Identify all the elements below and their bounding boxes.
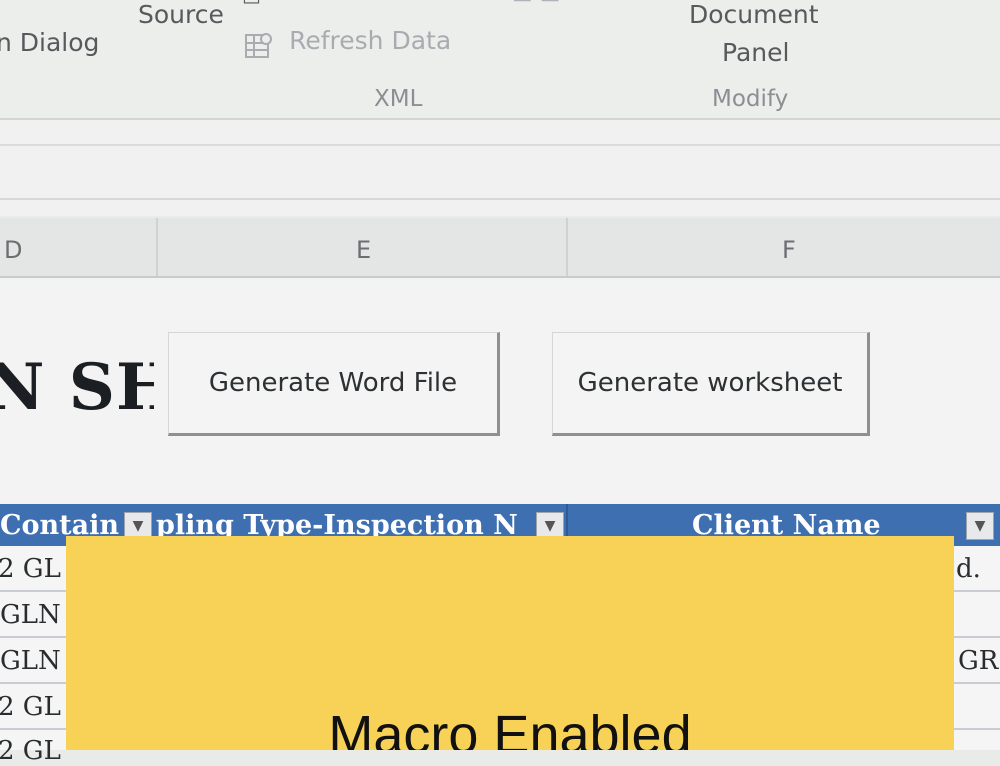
table-cell[interactable]: GR (958, 646, 998, 676)
table-cell[interactable]: 2 GL (0, 554, 61, 584)
refresh-data-icon (244, 31, 274, 59)
formula-bar[interactable] (0, 120, 1000, 216)
column-header-e[interactable]: E (356, 236, 371, 264)
table-cell[interactable]: 2 GL (0, 692, 61, 722)
table-cell[interactable]: GLN (0, 646, 61, 676)
overlay-caption: Macro Enabled (328, 705, 692, 750)
refresh-data-label: Refresh Data (289, 26, 452, 55)
column-separator[interactable] (156, 218, 158, 276)
dialog-button[interactable]: n Dialog (0, 28, 99, 57)
formula-divider (0, 198, 1000, 200)
document-panel-label: Panel (722, 38, 790, 67)
table-cell[interactable]: d. (956, 554, 981, 584)
ribbon: Source n Dialog ▭ Refresh Data ▭ ▭ Docum… (0, 0, 1000, 122)
document-panel-button[interactable]: Document (689, 0, 819, 29)
caption-overlay: Macro Enabled (66, 536, 954, 750)
column-separator[interactable] (566, 218, 568, 276)
partial-icon: ▭ (242, 0, 261, 10)
group-label-xml: XML (374, 86, 423, 112)
column-headers (0, 218, 1000, 278)
table-cell[interactable]: 2 GL (0, 736, 61, 766)
column-header-f[interactable]: F (782, 236, 796, 264)
xml-source-button[interactable]: Source (138, 0, 224, 29)
generate-worksheet-button[interactable]: Generate worksheet (552, 332, 870, 436)
generate-word-file-button[interactable]: Generate Word File (168, 332, 500, 436)
sheet-title: N SH (0, 350, 154, 425)
table-cell[interactable]: GLN (0, 600, 61, 630)
partial-ribbon-icon: ▭ ▭ (512, 0, 561, 9)
filter-dropdown-icon[interactable]: ▼ (966, 512, 994, 540)
group-label-modify: Modify (712, 86, 789, 112)
formula-divider (0, 144, 1000, 146)
column-header-d[interactable]: D (4, 236, 22, 264)
refresh-data-button[interactable]: Refresh Data (244, 26, 451, 62)
